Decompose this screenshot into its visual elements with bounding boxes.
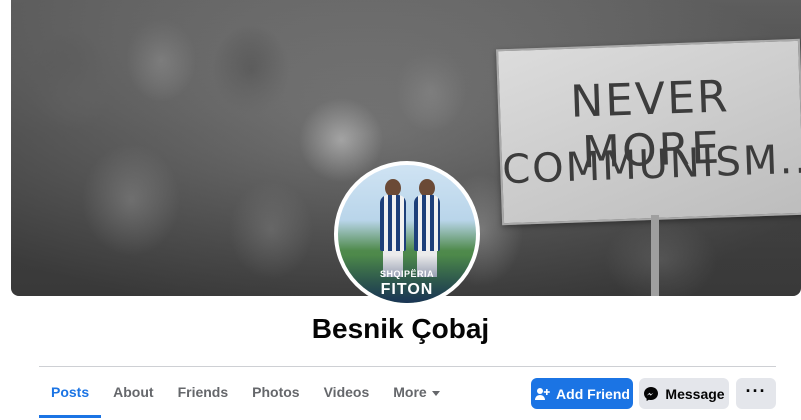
tab-label: Friends	[177, 384, 229, 400]
more-options-button[interactable]: ···	[736, 378, 776, 409]
add-friend-icon	[534, 386, 550, 402]
add-friend-button[interactable]: Add Friend	[531, 378, 633, 409]
caret-down-icon	[431, 390, 440, 396]
message-label: Message	[665, 385, 725, 402]
player-jersey	[380, 195, 406, 251]
messenger-icon	[643, 386, 659, 402]
tab-friends[interactable]: Friends	[166, 367, 241, 417]
avatar-frame-title: FITON	[380, 281, 434, 298]
tab-photos[interactable]: Photos	[240, 367, 311, 417]
profile-tabs: Posts About Friends Photos Videos More	[39, 367, 452, 420]
profile-name: Besnik Çobaj	[311, 313, 490, 344]
profile-page: NEVER MORE COMMUNISM.. SHQIPËRIA FITON B…	[0, 0, 801, 420]
tab-about[interactable]: About	[101, 367, 165, 417]
tab-label: About	[113, 384, 154, 400]
tab-videos[interactable]: Videos	[312, 367, 382, 417]
tab-label: More	[393, 384, 427, 400]
tab-posts[interactable]: Posts	[39, 367, 102, 418]
profile-picture[interactable]: SHQIPËRIA FITON	[334, 161, 480, 307]
avatar-frame-text: SHQIPËRIA	[379, 269, 434, 279]
tab-label: Photos	[252, 384, 300, 400]
add-friend-label: Add Friend	[556, 385, 630, 402]
protest-sign: NEVER MORE COMMUNISM..	[496, 38, 801, 226]
message-button[interactable]: Message	[639, 378, 729, 409]
tab-label: Videos	[323, 384, 370, 400]
tab-label: Posts	[51, 384, 90, 400]
tab-more[interactable]: More	[381, 367, 451, 417]
player-jersey	[414, 195, 440, 251]
more-dots-icon: ···	[745, 380, 767, 401]
sign-text-line2: COMMUNISM..	[501, 136, 801, 194]
sign-pole	[651, 215, 659, 296]
